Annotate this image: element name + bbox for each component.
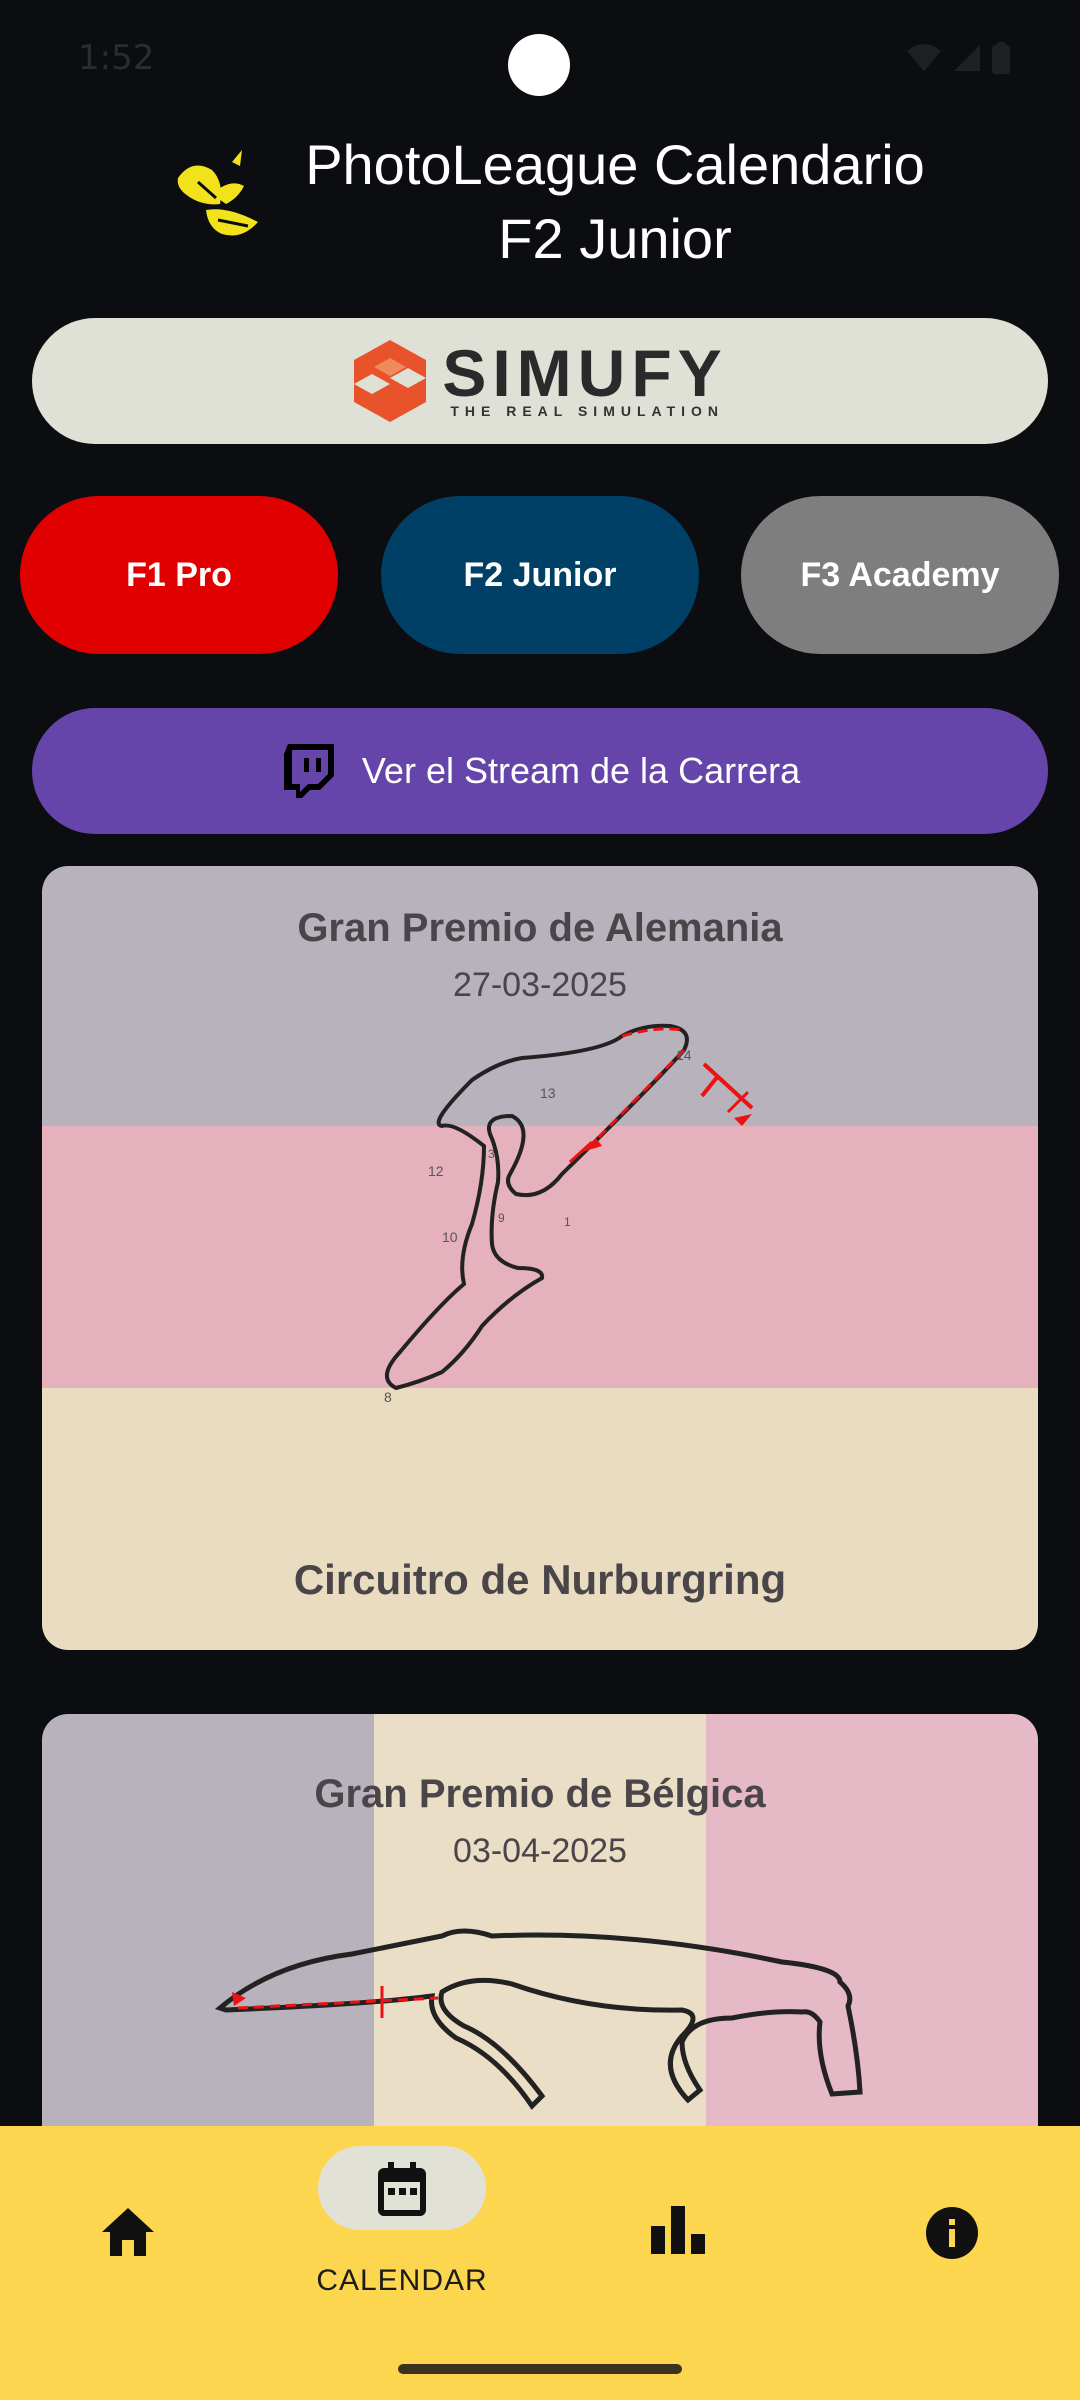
race-name: Gran Premio de Bélgica [314,1772,766,1816]
turn-label-12: 12 [428,1163,444,1179]
twitch-icon [283,744,334,798]
home-gesture-bar[interactable] [398,2364,682,2374]
battery-icon [992,42,1010,74]
category-selector: F1 Pro F2 Junior F3 Academy [0,496,1080,656]
turn-label-3: 3 [488,1147,495,1161]
sponsor-name: SIMUFY [442,336,728,410]
flag-stripe-bottom [42,1388,1038,1650]
wifi-icon [907,44,941,71]
category-f1-pro-button[interactable]: F1 Pro [20,496,338,654]
category-f2-junior-button[interactable]: F2 Junior [381,496,699,654]
sponsor-tagline: THE REAL SIMULATION [450,403,725,419]
circuit-name: Circuitro de Nurburgring [293,1556,787,1603]
calendar-icon [378,2162,426,2216]
nav-info[interactable] [842,2126,1062,2326]
status-icons [906,42,1010,74]
nav-calendar-label: CALENDAR [316,2264,488,2297]
turn-label-1: 1 [564,1215,571,1229]
turn-label-10: 10 [442,1229,458,1245]
info-icon [926,2207,978,2259]
nurburgring-track-map: 14 13 12 3 9 10 8 1 [384,1023,754,1405]
title-line-1: PhotoLeague Calendario [305,133,925,196]
status-bar: 1:52 [0,0,1080,120]
race-name: Gran Premio de Alemania [297,906,783,950]
page-title: PhotoLeague Calendario F2 Junior [290,128,940,276]
app-header: PhotoLeague Calendario F2 Junior [0,128,1080,278]
hornet-icon [177,150,258,236]
turn-label-14: 14 [676,1047,692,1063]
status-time: 1:52 [78,38,155,78]
turn-label-13: 13 [540,1085,556,1101]
nav-calendar[interactable]: CALENDAR [292,2126,512,2326]
home-icon [102,2208,154,2256]
bottom-navigation: CALENDAR [0,2126,1080,2400]
turn-label-8: 8 [384,1389,392,1405]
race-date: 27-03-2025 [453,966,627,1004]
race-card-germany[interactable]: Gran Premio de Alemania 27-03-2025 14 13… [42,866,1038,1650]
race-date: 03-04-2025 [453,1832,627,1870]
nav-home[interactable] [18,2126,238,2326]
camera-cutout [508,34,570,96]
stream-button-label: Ver el Stream de la Carrera [361,750,801,791]
signal-icon [954,45,980,71]
spa-track-map [214,1928,863,2110]
bar-chart-icon [651,2206,705,2254]
sponsor-logo: SIMUFY THE REAL SIMULATION [352,338,727,424]
title-line-2: F2 Junior [498,207,732,270]
simufy-logo-icon [354,340,427,422]
watch-stream-button[interactable]: Ver el Stream de la Carrera [32,708,1048,834]
sponsor-banner[interactable]: SIMUFY THE REAL SIMULATION [32,318,1048,444]
turn-label-9: 9 [498,1211,505,1225]
category-f3-academy-button[interactable]: F3 Academy [741,496,1059,654]
nav-standings[interactable] [568,2126,788,2326]
